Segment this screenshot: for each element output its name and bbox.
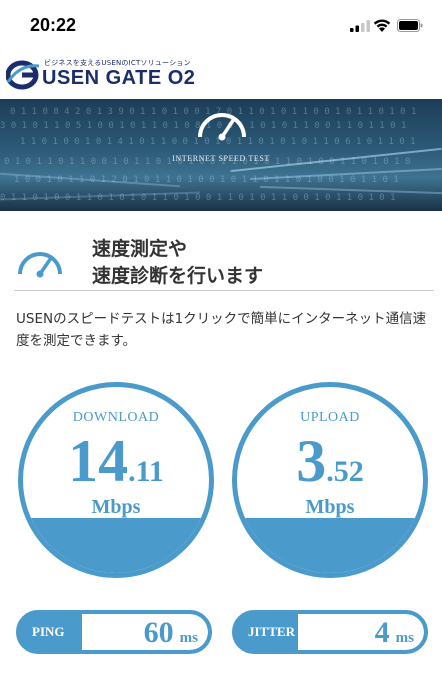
- download-unit: Mbps: [91, 496, 141, 518]
- ping-result: PING 60 ms: [16, 610, 212, 654]
- usen-logo-icon: [6, 60, 40, 90]
- download-value-dot: .: [128, 455, 136, 488]
- status-bar: 20:22: [0, 0, 442, 50]
- upload-label: UPLOAD: [300, 410, 360, 425]
- jitter-value: 4 ms: [375, 614, 414, 650]
- brand-name: USEN GATE O2: [42, 67, 196, 89]
- hero-title: INTERNET SPEED TEST: [172, 154, 270, 163]
- description-text: USENのスピードテストは1クリックで簡単にインターネット通信速度を測定できます…: [16, 311, 427, 349]
- battery-icon: [397, 19, 423, 32]
- jitter-unit: ms: [395, 630, 414, 646]
- upload-value-int: 3: [296, 428, 327, 494]
- download-value-frac: 11: [135, 455, 164, 488]
- page-title-line2: 速度診断を行います: [92, 265, 264, 287]
- jitter-label: JITTER: [248, 624, 295, 639]
- download-meter-fill: [23, 518, 209, 573]
- cellular-signal-icon: [350, 20, 370, 32]
- upload-value: 3.52: [237, 427, 423, 496]
- download-label: DOWNLOAD: [72, 410, 160, 425]
- jitter-number: 4: [374, 616, 390, 649]
- ping-unit: ms: [179, 630, 198, 646]
- ping-value-box: 60 ms: [82, 614, 208, 650]
- speedometer-icon: [18, 252, 62, 278]
- brand-logo[interactable]: ビジネスを支えるUSENのICTソリューション USEN GATE O2: [6, 56, 246, 92]
- section-heading: 速度測定や 速度診断を行います: [14, 236, 434, 296]
- jitter-result: JITTER 4 ms: [232, 610, 428, 654]
- wifi-icon: [373, 19, 391, 32]
- speedometer-icon: [198, 113, 246, 141]
- jitter-value-box: 4 ms: [298, 614, 424, 650]
- download-value-int: 14: [68, 428, 129, 494]
- upload-meter: UPLOAD 3.52 Mbps: [232, 382, 428, 578]
- status-time: 20:22: [30, 15, 77, 35]
- page-title-line1: 速度測定や: [92, 238, 188, 260]
- download-meter: DOWNLOAD 14.11 Mbps: [18, 382, 214, 578]
- upload-value-frac: 52: [333, 455, 364, 488]
- upload-meter-fill: [237, 518, 423, 573]
- ping-label: PING: [32, 624, 65, 639]
- download-value: 14.11: [23, 427, 209, 496]
- upload-unit: Mbps: [305, 496, 355, 518]
- ping-number: 60: [143, 616, 174, 649]
- divider: [14, 290, 434, 291]
- upload-value-dot: .: [326, 455, 334, 488]
- page-title: 速度測定や 速度診断を行います: [92, 236, 263, 290]
- ping-value: 60 ms: [144, 614, 198, 650]
